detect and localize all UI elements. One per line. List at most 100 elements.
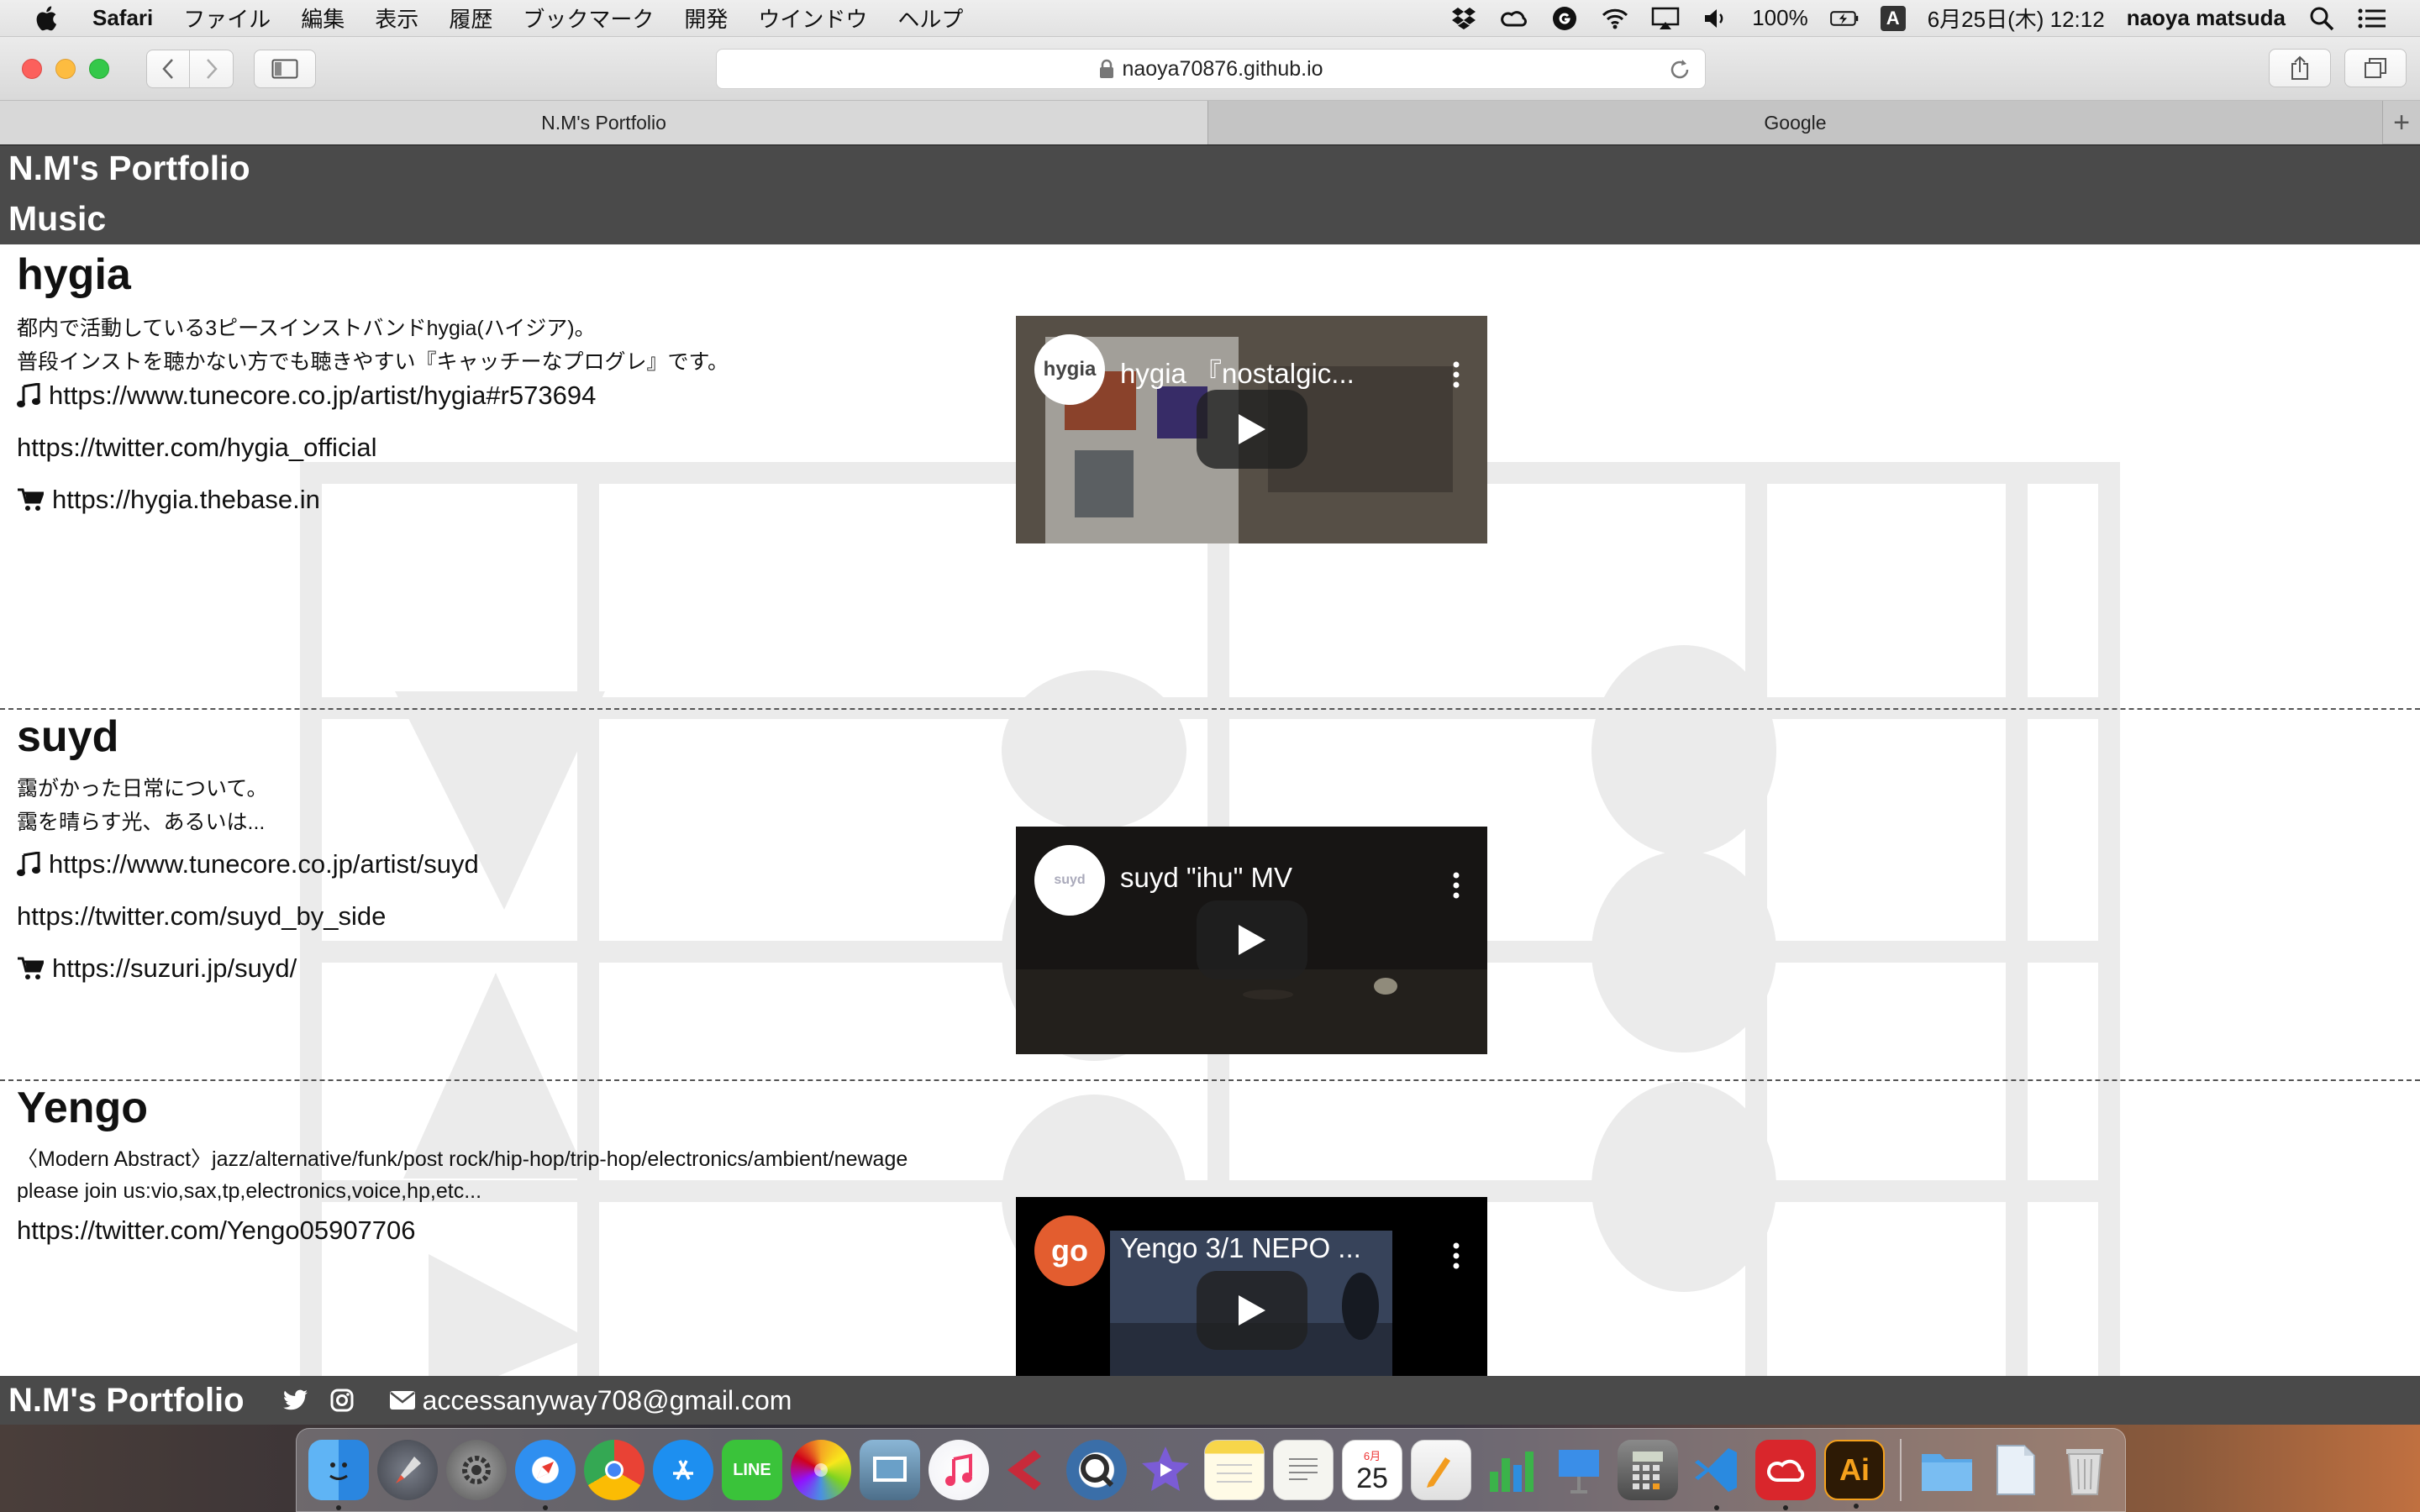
channel-avatar[interactable]: go: [1034, 1215, 1105, 1286]
address-bar[interactable]: naoya70876.github.io: [716, 49, 1706, 89]
trash-icon[interactable]: [2054, 1440, 2115, 1500]
menu-develop[interactable]: 開発: [684, 3, 728, 34]
code-editor-icon[interactable]: [997, 1440, 1058, 1500]
airplay-icon[interactable]: [1651, 4, 1680, 33]
input-source-indicator[interactable]: A: [1880, 5, 1906, 31]
notes-icon[interactable]: [1204, 1440, 1265, 1500]
dropbox-icon[interactable]: [1449, 4, 1478, 33]
preview-icon[interactable]: [860, 1440, 920, 1500]
channel-avatar[interactable]: hygia: [1034, 334, 1105, 405]
play-icon: [1239, 925, 1265, 955]
shop-link[interactable]: https://suzuri.jp/suyd/: [17, 953, 297, 984]
battery-percentage[interactable]: 100%: [1752, 5, 1808, 31]
fast-user-switch[interactable]: naoya matsuda: [2127, 5, 2286, 31]
spotlight-search-icon[interactable]: [2307, 4, 2336, 33]
chrome-icon[interactable]: [584, 1440, 644, 1500]
launchpad-icon[interactable]: [377, 1440, 438, 1500]
share-button[interactable]: [2269, 49, 2331, 87]
menu-history[interactable]: 履歴: [449, 3, 492, 34]
menu-view[interactable]: 表示: [375, 3, 418, 34]
quicktime-icon[interactable]: [1066, 1440, 1127, 1500]
video-title[interactable]: suyd "ihu" MV: [1120, 862, 1292, 894]
play-button[interactable]: [1197, 1271, 1307, 1350]
itunes-icon[interactable]: [929, 1440, 989, 1500]
line-icon[interactable]: LINE: [722, 1440, 782, 1500]
wifi-icon[interactable]: [1601, 4, 1629, 33]
twitter-link[interactable]: https://twitter.com/Yengo05907706: [17, 1215, 416, 1246]
numbers-icon[interactable]: [1480, 1440, 1540, 1500]
reload-icon[interactable]: [1668, 58, 1691, 81]
pages-icon[interactable]: [1411, 1440, 1471, 1500]
menu-file[interactable]: ファイル: [183, 3, 271, 34]
menu-edit[interactable]: 編集: [301, 3, 345, 34]
footer-brand[interactable]: N.M's Portfolio: [8, 1382, 245, 1420]
play-button[interactable]: [1197, 900, 1307, 979]
shop-link-url: https://hygia.thebase.in: [52, 485, 320, 514]
instagram-icon[interactable]: [330, 1389, 354, 1412]
web-page: N.M's Portfolio Music hygia 都内で活動している3ピー…: [0, 145, 2420, 1425]
calendar-icon[interactable]: 6月 25: [1342, 1440, 1402, 1500]
notification-center-icon[interactable]: [2358, 4, 2386, 33]
grammarly-icon[interactable]: [1550, 4, 1579, 33]
band-description: 〈Modern Abstract〉jazz/alternative/funk/p…: [17, 1143, 908, 1207]
volume-icon[interactable]: [1702, 4, 1730, 33]
photos-icon[interactable]: [791, 1440, 851, 1500]
twitter-icon[interactable]: [282, 1389, 308, 1411]
video-title[interactable]: Yengo 3/1 NEPO ...: [1120, 1232, 1361, 1264]
applications-folder-icon[interactable]: [1917, 1440, 1977, 1500]
dock-separator: [1900, 1439, 1902, 1501]
textedit-icon[interactable]: [1273, 1440, 1334, 1500]
play-button[interactable]: [1197, 390, 1307, 469]
menu-bar-status-area: 100% A 6月25日(木) 12:12 naoya matsuda: [1449, 3, 2386, 34]
illustrator-icon[interactable]: Ai: [1824, 1440, 1885, 1509]
twitter-link[interactable]: https://twitter.com/suyd_by_side: [17, 901, 386, 932]
video-embed-hygia[interactable]: hygia hygia 『nostalgic...: [1016, 316, 1487, 543]
menu-bookmarks[interactable]: ブックマーク: [523, 3, 654, 34]
tab-google[interactable]: Google: [1208, 101, 2383, 144]
creative-cloud-app-icon[interactable]: [1755, 1440, 1816, 1510]
new-tab-button[interactable]: +: [2383, 101, 2420, 144]
safari-icon[interactable]: [515, 1440, 576, 1510]
minimize-window-button[interactable]: [55, 58, 76, 79]
system-preferences-icon[interactable]: [446, 1440, 507, 1500]
app-name-menu[interactable]: Safari: [92, 5, 153, 31]
dock: LINE 6月 25 Ai: [296, 1428, 2126, 1512]
menu-help[interactable]: ヘルプ: [897, 3, 963, 34]
documents-folder-icon[interactable]: [1986, 1440, 2046, 1500]
vscode-icon[interactable]: [1686, 1440, 1747, 1510]
close-window-button[interactable]: [22, 58, 42, 79]
calculator-icon[interactable]: [1618, 1440, 1678, 1500]
sidebar-toggle-button[interactable]: [254, 49, 316, 88]
imovie-icon[interactable]: [1135, 1440, 1196, 1500]
forward-button[interactable]: [190, 49, 234, 88]
show-all-tabs-button[interactable]: [2344, 49, 2407, 87]
tab-portfolio[interactable]: N.M's Portfolio: [0, 101, 1208, 144]
back-button[interactable]: [146, 49, 190, 88]
footer-email: accessanyway708@gmail.com: [422, 1384, 792, 1415]
menu-window[interactable]: ウインドウ: [758, 3, 867, 34]
apple-menu-icon[interactable]: [34, 4, 62, 33]
menu-bar-clock[interactable]: 6月25日(木) 12:12: [1928, 3, 2105, 34]
shop-link[interactable]: https://hygia.thebase.in: [17, 485, 320, 515]
battery-icon[interactable]: [1829, 4, 1859, 33]
creative-cloud-icon[interactable]: [1500, 4, 1528, 33]
video-embed-suyd[interactable]: suyd suyd "ihu" MV: [1016, 827, 1487, 1054]
site-brand[interactable]: N.M's Portfolio: [8, 149, 250, 188]
music-link[interactable]: https://www.tunecore.co.jp/artist/hygia#…: [17, 381, 596, 411]
finder-icon[interactable]: [308, 1440, 369, 1510]
more-options-icon[interactable]: [1453, 361, 1460, 388]
play-icon: [1239, 1295, 1265, 1326]
twitter-link-url: https://twitter.com/Yengo05907706: [17, 1215, 416, 1245]
more-options-icon[interactable]: [1453, 1242, 1460, 1269]
band-description-line: 靄がかった日常について。: [17, 777, 268, 801]
more-options-icon[interactable]: [1453, 872, 1460, 899]
music-link[interactable]: https://www.tunecore.co.jp/artist/suyd: [17, 849, 479, 879]
channel-avatar[interactable]: suyd: [1034, 845, 1105, 916]
footer-email-link[interactable]: accessanyway708@gmail.com: [389, 1385, 792, 1416]
app-store-icon[interactable]: [653, 1440, 713, 1500]
keynote-icon[interactable]: [1549, 1440, 1609, 1500]
video-title[interactable]: hygia 『nostalgic...: [1120, 351, 1355, 391]
fullscreen-window-button[interactable]: [89, 58, 109, 79]
twitter-link[interactable]: https://twitter.com/hygia_official: [17, 433, 376, 463]
address-bar-url: naoya70876.github.io: [1122, 56, 1323, 81]
